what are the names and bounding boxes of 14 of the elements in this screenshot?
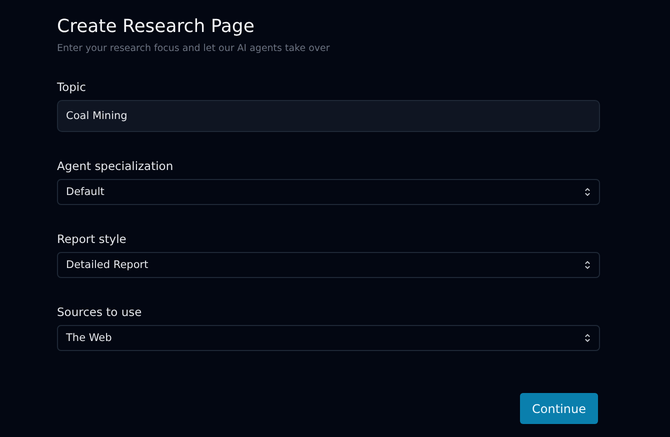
page-subtitle: Enter your research focus and let our AI agents take over — [57, 43, 331, 55]
chevron-updown-icon — [584, 260, 591, 270]
chevron-updown-icon — [584, 333, 591, 343]
field-label: Sources to use — [57, 304, 143, 320]
field-label: Report style — [57, 231, 128, 247]
field-label: Agent specialization — [57, 158, 174, 174]
input-field[interactable]: Coal Mining — [57, 100, 600, 132]
select-field[interactable]: Default — [57, 179, 600, 205]
page-title: Create Research Page — [57, 16, 256, 38]
chevron-updown-icon — [584, 187, 591, 197]
select-field[interactable]: Detailed Report — [57, 252, 600, 278]
field-label: Topic — [57, 79, 87, 95]
continue-button[interactable]: Continue — [520, 393, 598, 424]
select-field[interactable]: The Web — [57, 325, 600, 351]
